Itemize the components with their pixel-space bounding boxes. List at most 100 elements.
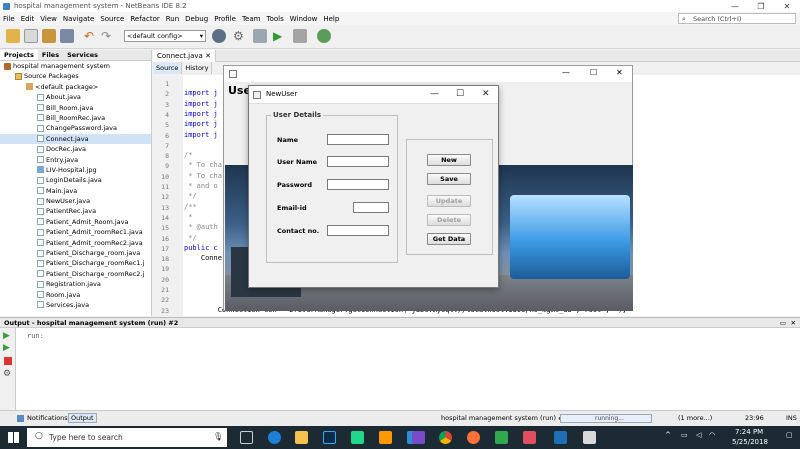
output-close-icon[interactable]: ✕ [791, 318, 796, 328]
notifications-tab[interactable]: Notifications [27, 414, 68, 422]
task-view-icon[interactable] [240, 431, 253, 444]
config-select[interactable]: <default config> ▾ [124, 30, 206, 42]
stop-icon[interactable] [4, 357, 12, 365]
new-file-icon[interactable] [24, 29, 38, 43]
debug-icon[interactable] [293, 29, 307, 43]
undo-icon[interactable]: ↶ [84, 29, 98, 43]
maximize-button[interactable]: ❐ [748, 0, 774, 12]
menu-file[interactable]: File [3, 15, 15, 23]
rerun-icon[interactable]: ▶ [3, 331, 10, 341]
menu-team[interactable]: Team [242, 15, 261, 23]
menu-source[interactable]: Source [100, 15, 124, 23]
tab-services[interactable]: Services [63, 50, 102, 60]
tab-connect-java[interactable]: Connect.java ✕ [153, 50, 216, 62]
file-explorer-icon[interactable] [295, 431, 308, 444]
tree-item[interactable]: Patient_Admit_roomRec2.java [0, 238, 151, 248]
username-field[interactable] [327, 156, 389, 167]
tree-item[interactable]: NewUser.java [0, 196, 151, 206]
wifi-icon[interactable]: ◠ [709, 431, 715, 439]
clock-time[interactable]: 7:24 PM [735, 428, 763, 436]
password-field[interactable] [327, 179, 389, 190]
settings-icon[interactable]: ⚙ [3, 369, 11, 379]
tab-source[interactable]: Source [153, 62, 183, 74]
menu-profile[interactable]: Profile [214, 15, 236, 23]
output-tab[interactable]: Output [68, 413, 97, 423]
user-frame-maximize-button[interactable]: ☐ [590, 68, 597, 77]
menu-help[interactable]: Help [323, 15, 339, 23]
tree-item[interactable]: Registration.java [0, 279, 151, 289]
new-button[interactable]: New [427, 154, 471, 166]
virtualbox-icon[interactable] [554, 431, 567, 444]
user-frame-minimize-button[interactable]: — [562, 68, 570, 77]
name-field[interactable] [327, 134, 389, 145]
tree-item[interactable]: Patient_Admit_roomRec1.java [0, 227, 151, 237]
menu-window[interactable]: Window [290, 15, 318, 23]
tree-item[interactable]: DocRec.java [0, 144, 151, 154]
paint-icon[interactable] [523, 431, 536, 444]
volume-icon[interactable]: ◁ [696, 431, 701, 439]
tree-item[interactable]: Patient_Discharge_roomRec2.j [0, 269, 151, 279]
dialog-minimize-button[interactable]: — [430, 89, 439, 99]
profile-icon[interactable] [317, 29, 331, 43]
redo-icon[interactable]: ↷ [101, 29, 115, 43]
tree-item[interactable]: Services.java [0, 300, 151, 310]
menu-debug[interactable]: Debug [185, 15, 208, 23]
tree-item[interactable]: Main.java [0, 186, 151, 196]
menu-edit[interactable]: Edit [21, 15, 35, 23]
tab-history[interactable]: History [182, 62, 213, 74]
new-project-icon[interactable] [6, 29, 20, 43]
tree-item[interactable]: hospital management system [0, 61, 151, 71]
get-data-button[interactable]: Get Data [427, 233, 471, 245]
tree-item[interactable]: Patient_Discharge_roomRec1.j [0, 258, 151, 268]
chrome-icon[interactable] [439, 431, 452, 444]
tree-item[interactable]: Bill_RoomRec.java [0, 113, 151, 123]
menu-navigate[interactable]: Navigate [63, 15, 94, 23]
git-icon[interactable] [495, 431, 508, 444]
tree-item[interactable]: About.java [0, 92, 151, 102]
save-button[interactable]: Save [427, 173, 471, 185]
tab-files[interactable]: Files [38, 50, 63, 60]
tree-item[interactable]: Bill_Room.java [0, 103, 151, 113]
edge-icon[interactable] [268, 431, 281, 444]
visual-studio-icon[interactable] [412, 431, 425, 444]
tree-item[interactable]: <default package> [0, 82, 151, 92]
clock-date[interactable]: 5/25/2018 [732, 438, 768, 446]
close-tab-icon[interactable]: ✕ [205, 52, 211, 60]
clean-build-icon[interactable] [253, 29, 267, 43]
search-input[interactable]: ⌕ Search (Ctrl+I) [678, 13, 796, 24]
tab-projects[interactable]: Projects [0, 50, 38, 60]
tree-item[interactable]: Patient_Admit_Room.java [0, 217, 151, 227]
contact-field[interactable] [327, 225, 389, 236]
more-tasks-link[interactable]: (1 more...) [678, 414, 712, 422]
rerun-options-icon[interactable]: ▶ [3, 343, 10, 353]
globe-icon[interactable] [212, 29, 226, 43]
close-button[interactable]: ✕ [774, 0, 800, 12]
delete-button[interactable]: Delete [427, 214, 471, 226]
menu-tools[interactable]: Tools [266, 15, 283, 23]
tree-item[interactable]: LIV-Hospital.jpg [0, 165, 151, 175]
microphone-icon[interactable]: 🎙 [213, 432, 223, 441]
menu-run[interactable]: Run [166, 15, 179, 23]
minimize-button[interactable]: — [722, 0, 748, 12]
firefox-icon[interactable] [467, 431, 480, 444]
tree-item[interactable]: Entry.java [0, 155, 151, 165]
update-button[interactable]: Update [427, 195, 471, 207]
tree-item[interactable]: LoginDetails.java [0, 175, 151, 185]
dialog-close-button[interactable]: ✕ [482, 89, 490, 99]
open-project-icon[interactable] [42, 29, 56, 43]
tree-item[interactable]: Patient_Discharge_room.java [0, 248, 151, 258]
tree-item[interactable]: Source Packages [0, 71, 151, 81]
dialog-maximize-button[interactable]: ☐ [456, 89, 464, 99]
pycharm-icon[interactable] [351, 431, 364, 444]
settings-icon[interactable]: ⚙ [233, 29, 247, 43]
tree-item[interactable]: ChangePassword.java [0, 123, 151, 133]
user-frame-close-button[interactable]: ✕ [616, 68, 623, 77]
save-all-icon[interactable] [60, 29, 74, 43]
action-center-icon[interactable]: ▢ [786, 431, 793, 439]
output-minimize-icon[interactable]: ▭ [780, 318, 786, 328]
network-icon[interactable]: ▭ [681, 431, 688, 439]
tree-item[interactable]: Connect.java [0, 133, 151, 145]
menu-view[interactable]: View [40, 15, 57, 23]
menu-refactor[interactable]: Refactor [130, 15, 159, 23]
windows-start-icon[interactable] [8, 432, 19, 443]
